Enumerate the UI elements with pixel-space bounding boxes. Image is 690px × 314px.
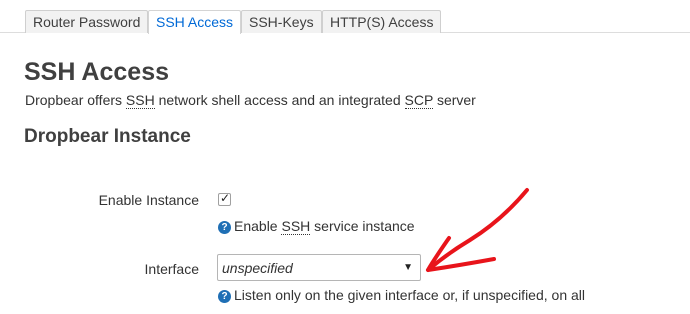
checkmark-icon: ✓ (220, 191, 231, 205)
tab-router-password[interactable]: Router Password (25, 10, 149, 33)
help-text: service instance (310, 218, 415, 234)
section-title: Dropbear Instance (24, 126, 191, 147)
interface-select[interactable]: unspecified ▼ (217, 254, 421, 281)
scp-abbr: SCP (404, 92, 434, 109)
enable-instance-help: ? Enable SSH service instance (218, 218, 415, 235)
help-icon: ? (218, 290, 231, 303)
description-text: network shell access and an integrated (154, 92, 405, 108)
help-text: Enable (234, 218, 282, 234)
annotation-arrow-shaft (426, 188, 529, 272)
description-text: Dropbear offers (25, 92, 126, 108)
tab-https-access[interactable]: HTTP(S) Access (322, 10, 442, 33)
page-description: Dropbear offers SSH network shell access… (25, 92, 476, 109)
help-text: Listen only on the given interface or, i… (234, 287, 585, 303)
ssh-abbr: SSH (125, 92, 155, 109)
tab-ssh-access[interactable]: SSH Access (148, 10, 242, 34)
chevron-down-icon: ▼ (403, 262, 413, 273)
tab-ssh-keys[interactable]: SSH-Keys (241, 10, 322, 33)
interface-label: Interface (144, 261, 199, 277)
enable-instance-label: Enable Instance (98, 192, 199, 208)
tab-bar: Router Password SSH Access SSH-Keys HTTP… (0, 0, 690, 34)
ssh-abbr: SSH (281, 218, 311, 235)
page-title: SSH Access (24, 58, 169, 86)
description-text: server (433, 92, 476, 108)
enable-instance-checkbox[interactable]: ✓ (218, 191, 231, 206)
annotation-arrow-head (426, 236, 496, 272)
interface-help: ? Listen only on the given interface or, … (218, 287, 585, 303)
help-icon: ? (218, 221, 231, 234)
interface-select-value: unspecified (222, 260, 293, 276)
